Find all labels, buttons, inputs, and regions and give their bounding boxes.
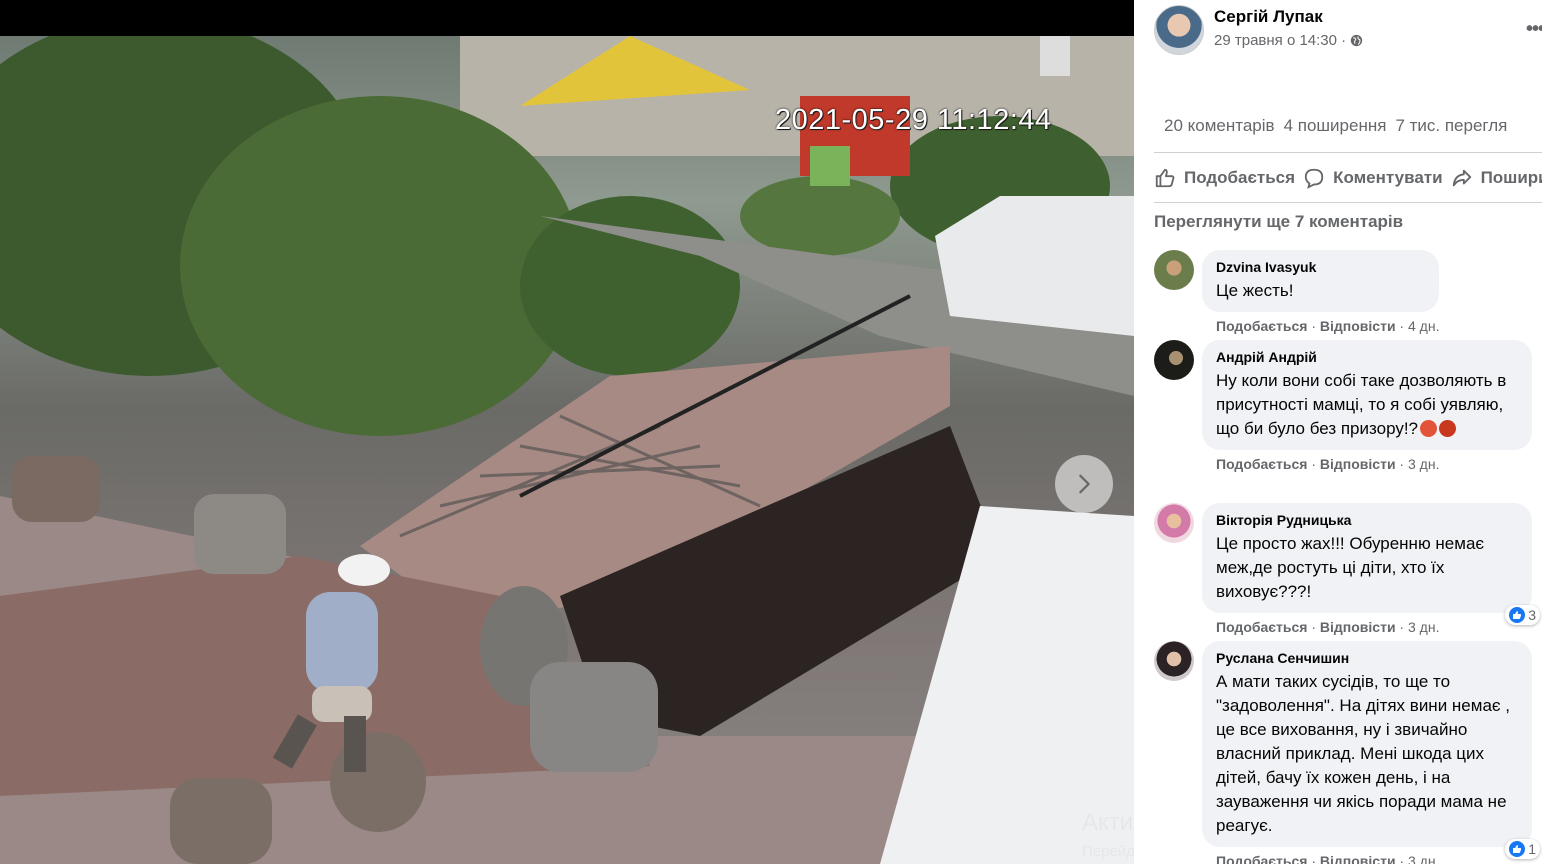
cctv-scene-image [0,36,1134,864]
comment-body: Андрій Андрій Ну коли вони собі таке доз… [1202,340,1532,472]
comment: Dzvina Ivasyuk Це жесть! Подобається · В… [1154,250,1440,334]
comment-like-link[interactable]: Подобається [1216,456,1307,472]
comment-icon [1304,168,1324,189]
shares-count[interactable]: 4 поширення [1284,116,1387,136]
author-name[interactable]: Сергій Лупак [1214,7,1363,27]
post-side-panel: Сергій Лупак 29 травня о 14:30 · ••• 20 … [1134,0,1542,864]
comments-count[interactable]: 20 коментарів [1164,116,1275,136]
divider [1154,152,1542,153]
windows-activation-watermark: Активація Windows [1082,809,1134,836]
comment-reply-link[interactable]: Відповісти [1320,456,1396,472]
comment-body: Руслана Сенчишин А мати таких сусідів, т… [1202,641,1540,864]
chevron-right-icon [1079,474,1090,494]
comment: Андрій Андрій Ну коли вони собі таке доз… [1154,340,1532,472]
author-avatar[interactable] [1154,5,1204,55]
comment-like-link[interactable]: Подобається [1216,619,1307,635]
post-stats: 20 коментарів 4 поширення 7 тис. перегля [1164,116,1507,136]
cctv-timestamp: 2021-05-29 11:12:44 [775,104,1052,136]
comment-bubble: Dzvina Ivasyuk Це жесть! [1202,250,1440,312]
comment-reactions[interactable]: 1 [1505,839,1540,859]
comment-text: А мати таких сусідів, то ще то "задоволе… [1216,672,1511,835]
comment-text-content: Ну коли вони собі таке дозволяють в прис… [1216,371,1507,438]
commenter-avatar[interactable] [1154,503,1194,543]
comment-actions: Подобається · Відповісти · 3 дн. [1216,853,1532,864]
like-reaction-icon [1509,607,1526,623]
commenter-avatar[interactable] [1154,641,1194,681]
comment-text: Ну коли вони собі таке дозволяють в прис… [1216,369,1518,441]
comment-age[interactable]: 3 дн. [1408,456,1439,472]
comment-body: Dzvina Ivasyuk Це жесть! Подобається · В… [1202,250,1440,334]
like-label: Подобається [1184,168,1296,187]
share-label: Пошири [1480,168,1542,187]
comment-reply-link[interactable]: Відповісти [1320,853,1396,864]
comment-actions: Подобається · Відповісти · 4 дн. [1216,318,1440,334]
reaction-count: 1 [1528,841,1536,857]
commenter-name[interactable]: Dzvina Ivasyuk [1216,259,1425,275]
commenter-avatar[interactable] [1154,340,1194,380]
next-photo-button[interactable] [1055,455,1113,513]
post-timestamp[interactable]: 29 травня о 14:30 · [1214,32,1363,49]
more-options-icon[interactable]: ••• [1526,18,1542,41]
cursing-face-icon [1439,420,1457,437]
divider [1154,202,1542,203]
comment-button[interactable]: Коментувати [1303,167,1443,189]
comment-reply-link[interactable]: Відповісти [1320,318,1396,334]
commenter-name[interactable]: Андрій Андрій [1216,349,1518,365]
comment: Вікторія Рудницька Це просто жах!!! Обур… [1154,503,1540,635]
like-button[interactable]: Подобається [1154,167,1295,189]
post-time-text: 29 травня о 14:30 · [1214,32,1347,49]
post-actions: Подобається Коментувати Пошири [1154,164,1542,192]
comment-bubble: Андрій Андрій Ну коли вони собі таке доз… [1202,340,1532,450]
comment-like-link[interactable]: Подобається [1216,318,1307,334]
like-reaction-icon [1509,841,1526,857]
comment-body: Вікторія Рудницька Це просто жах!!! Обур… [1202,503,1540,635]
comment-text: Це жесть! [1216,281,1294,300]
comment-bubble: Руслана Сенчишин А мати таких сусідів, т… [1202,641,1540,859]
comment-label: Коментувати [1333,168,1443,187]
comment-bubble: Вікторія Рудницька Це просто жах!!! Обур… [1202,503,1540,625]
thumbs-up-icon [1155,168,1175,188]
globe-icon [1350,34,1363,47]
windows-activation-hint: Перейдіть до розділу "Настройки", щоб ак… [1082,843,1134,860]
comment-actions: Подобається · Відповісти · 3 дн. [1216,456,1440,472]
share-button[interactable]: Пошири [1451,167,1542,189]
view-more-comments-link[interactable]: Переглянути ще 7 коментарів [1154,212,1403,232]
comment-age[interactable]: 3 дн. [1408,853,1439,864]
post-header: Сергій Лупак 29 травня о 14:30 · [1154,5,1363,55]
angry-face-icon [1420,420,1438,437]
comment: Руслана Сенчишин А мати таких сусідів, т… [1154,641,1540,864]
comment-actions: Подобається · Відповісти · 3 дн. [1216,619,1440,635]
comment-age[interactable]: 4 дн. [1408,318,1439,334]
views-count: 7 тис. перегля [1395,116,1508,135]
comment-like-link[interactable]: Подобається [1216,853,1307,864]
commenter-avatar[interactable] [1154,250,1194,290]
reaction-count: 3 [1528,607,1536,623]
post-photo: 2021-05-29 11:12:44 [0,36,1134,864]
share-icon [1452,169,1471,187]
photo-viewer: 2021-05-29 11:12:44 Активація Windows Пе… [0,0,1134,864]
commenter-name[interactable]: Вікторія Рудницька [1216,512,1518,528]
comment-text: Це просто жах!!! Обуренню немає меж,де р… [1216,534,1485,601]
comment-age[interactable]: 3 дн. [1408,619,1439,635]
comment-reply-link[interactable]: Відповісти [1320,619,1396,635]
author-meta: Сергій Лупак 29 травня о 14:30 · [1214,5,1363,55]
commenter-name[interactable]: Руслана Сенчишин [1216,650,1518,666]
comment-reactions[interactable]: 3 [1505,605,1540,625]
